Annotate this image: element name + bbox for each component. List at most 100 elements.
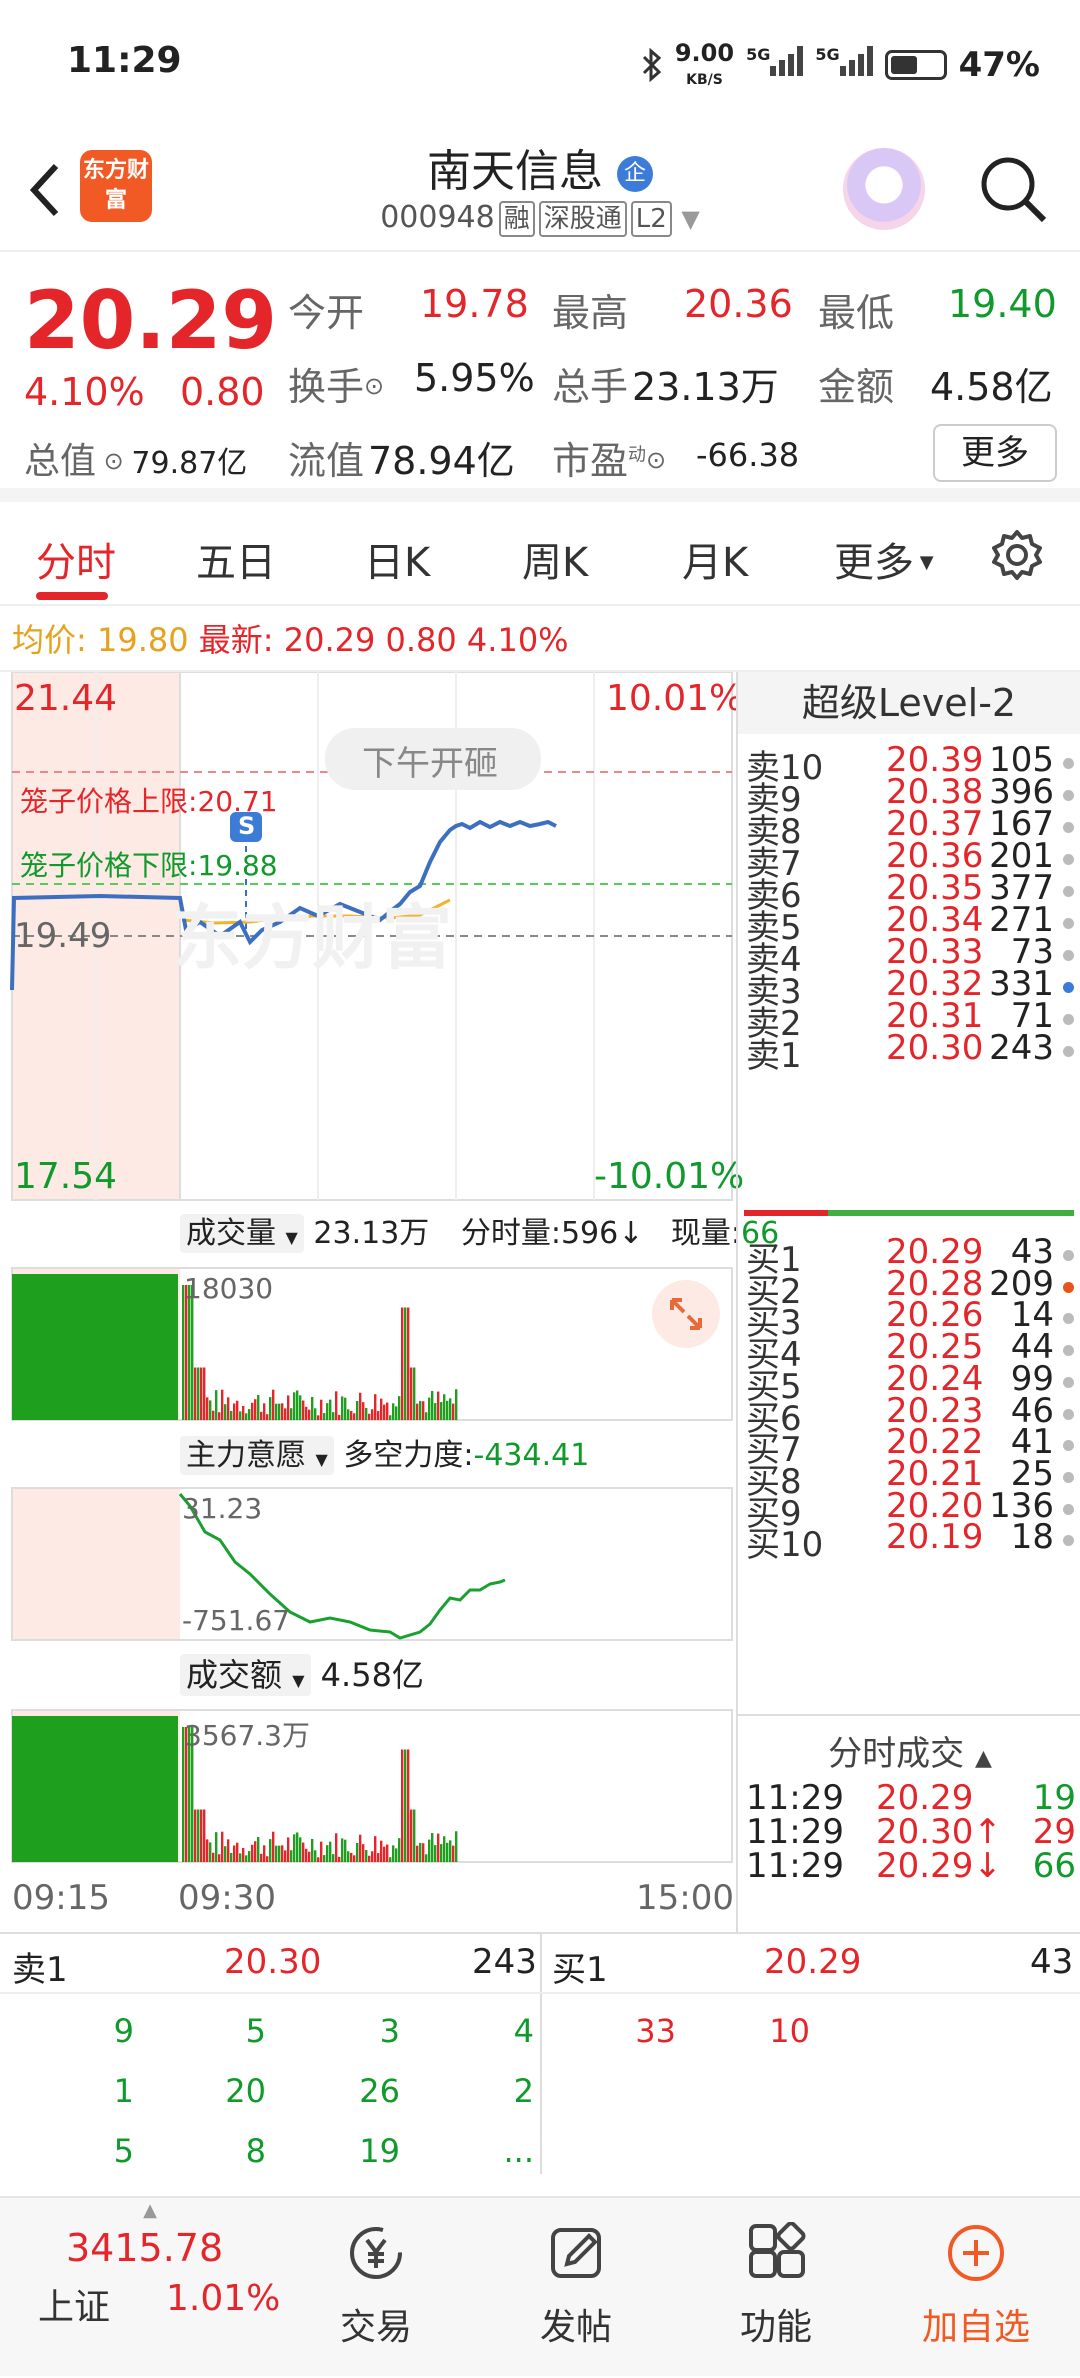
intraday-chart[interactable]: 21.44 10.01% 19.49 17.54 -10.01% 下午开砸 东方… (0, 672, 779, 1932)
expand-icon[interactable] (664, 1292, 708, 1336)
volume-bar (341, 1838, 344, 1862)
stock-name: 南天信息 (427, 146, 603, 197)
volume-bar (317, 1857, 320, 1862)
nav-add-watchlist[interactable]: 加自选 (896, 2198, 1056, 2378)
low-label: 最低 (818, 291, 895, 335)
volume-bar (419, 1842, 422, 1862)
bid-dot (1063, 1440, 1074, 1452)
index-name: 上证 (38, 2287, 111, 2328)
level2-title[interactable]: 超级Level-2 (738, 672, 1080, 734)
ask-queue-item: 26 (359, 2072, 400, 2110)
volume-bar (338, 1856, 341, 1862)
cage-lower-label: 笼子价格下限:19.88 (20, 849, 278, 882)
volume-bar (254, 1399, 257, 1420)
indicator-selector[interactable]: 主力意愿 ▼ (180, 1436, 334, 1475)
volume-bar (269, 1397, 272, 1420)
ask-dot (1063, 918, 1074, 929)
more-button[interactable]: 更多 (933, 424, 1057, 482)
ask-dot (1063, 950, 1074, 961)
volume-bar (323, 1413, 326, 1420)
nav-post[interactable]: 发帖 (496, 2198, 656, 2378)
volume-bar (284, 1408, 287, 1420)
queue-bid-volume: 43 (1030, 1942, 1074, 1982)
caret-down-icon: ▼ (285, 1228, 298, 1247)
volume-selector[interactable]: 成交量 ▼ (180, 1214, 304, 1253)
price-axis-bottom: 17.54 (14, 1156, 118, 1197)
volume-header: 成交量 ▼ 23.13万 分时量:596↓ 现量:66 (180, 1208, 779, 1253)
last-change: 0.80 (385, 621, 457, 659)
volume-bar (260, 1853, 263, 1862)
turnover-value: 5.95% (414, 356, 535, 400)
net-speed: 9.00 KB/S (674, 39, 735, 88)
volume-bar (416, 1403, 419, 1420)
post-edit-icon (551, 2228, 601, 2278)
volume-bar (413, 1367, 416, 1420)
queue-panel: 卖1 20.30 243 买1 20.29 43 9 5 3 4 1 20 26 2 5 8 19.… (0, 1932, 1080, 2174)
volume-bar (443, 1836, 446, 1862)
queue-ask-volume: 243 (472, 1942, 537, 1982)
bid-row[interactable]: 买10 20.19 18 (746, 1517, 1076, 1565)
tab-intraday[interactable]: 分时 (36, 530, 116, 588)
ask-dot (1063, 1046, 1074, 1057)
volume-bar (437, 1833, 440, 1862)
pre-market-volume (12, 1274, 178, 1420)
volume-bar (224, 1404, 227, 1420)
change-amount: 0.80 (180, 370, 265, 414)
volume-bar (233, 1845, 236, 1862)
status-time: 11:29 (67, 40, 182, 81)
volume-bar (251, 1844, 254, 1862)
volume-bar (386, 1844, 389, 1862)
volume-bar (440, 1402, 443, 1420)
s-marker-label[interactable]: S (238, 812, 255, 840)
volume-bar (392, 1845, 395, 1862)
volume-bar (398, 1838, 401, 1862)
ask-queue-item: 1 (113, 2072, 134, 2110)
volume-bar (374, 1394, 377, 1420)
volume-bar (227, 1839, 230, 1862)
tag-connect: 深股通 (538, 201, 627, 237)
volume-bar (329, 1841, 332, 1862)
settings-gear-icon[interactable] (990, 528, 1044, 582)
volume-bar (299, 1395, 302, 1420)
volume-bar (344, 1839, 347, 1862)
volume-bar (392, 1403, 395, 1420)
search-icon[interactable] (978, 154, 1048, 224)
volume-bar (206, 1839, 209, 1862)
low-value: 19.40 (948, 282, 1057, 326)
signal-icon-2: 5G (815, 45, 873, 85)
amount-selector[interactable]: 成交额 ▼ (180, 1654, 311, 1696)
pre-market-volume (12, 1716, 178, 1862)
pct-axis-bottom: -10.01% (594, 1156, 745, 1197)
volume-bar (437, 1391, 440, 1420)
volume-bar (422, 1401, 425, 1420)
avg-price-bar: 均价: 19.80 最新: 20.29 0.80 4.10% (0, 608, 1080, 672)
tab-weekly-k[interactable]: 周K (522, 530, 588, 588)
tab-daily-k[interactable]: 日K (364, 530, 430, 588)
market-cap: 总值 ⊙ 79.87亿 (24, 441, 248, 482)
ask-queue-item: ... (503, 2132, 534, 2170)
ask-row[interactable]: 卖1 20.30 243 (746, 1028, 1076, 1076)
nav-trade[interactable]: 交易 (296, 2198, 456, 2378)
tab-monthly-k[interactable]: 月K (682, 530, 748, 588)
trades-title[interactable]: 分时成交 ▲ (738, 1726, 1080, 1775)
chevron-down-icon: ▼ (681, 205, 700, 233)
volume-bar (218, 1854, 221, 1862)
tab-five-day[interactable]: 五日 (196, 530, 276, 588)
assistant-avatar[interactable] (843, 148, 925, 230)
index-ticker[interactable]: ▲ 3415.78 上证 1.01% (0, 2198, 300, 2378)
amount-max: 3567.3万 (184, 1719, 310, 1752)
volume-bar (419, 1400, 422, 1420)
watermark: 东方财富 (172, 897, 452, 979)
caret-up-icon: ▲ (974, 1746, 992, 1771)
bottom-nav: ▲ 3415.78 上证 1.01% 交易 发帖 功能 加自选 (0, 2196, 1080, 2376)
quote-panel: 20.29 4.10% 0.80 总值 ⊙ 79.87亿 今开 19.78 最高… (0, 254, 1080, 502)
tab-more[interactable]: 更多 ▼ (834, 530, 934, 588)
volume-bar (329, 1399, 332, 1420)
volume-bar (215, 1390, 218, 1420)
volume-bar (278, 1403, 281, 1420)
volume-bar (377, 1853, 380, 1862)
nav-functions[interactable]: 功能 (696, 2198, 856, 2378)
volume-bar (335, 1391, 338, 1420)
volume-bar (311, 1396, 314, 1420)
volume-bar (404, 1749, 407, 1862)
